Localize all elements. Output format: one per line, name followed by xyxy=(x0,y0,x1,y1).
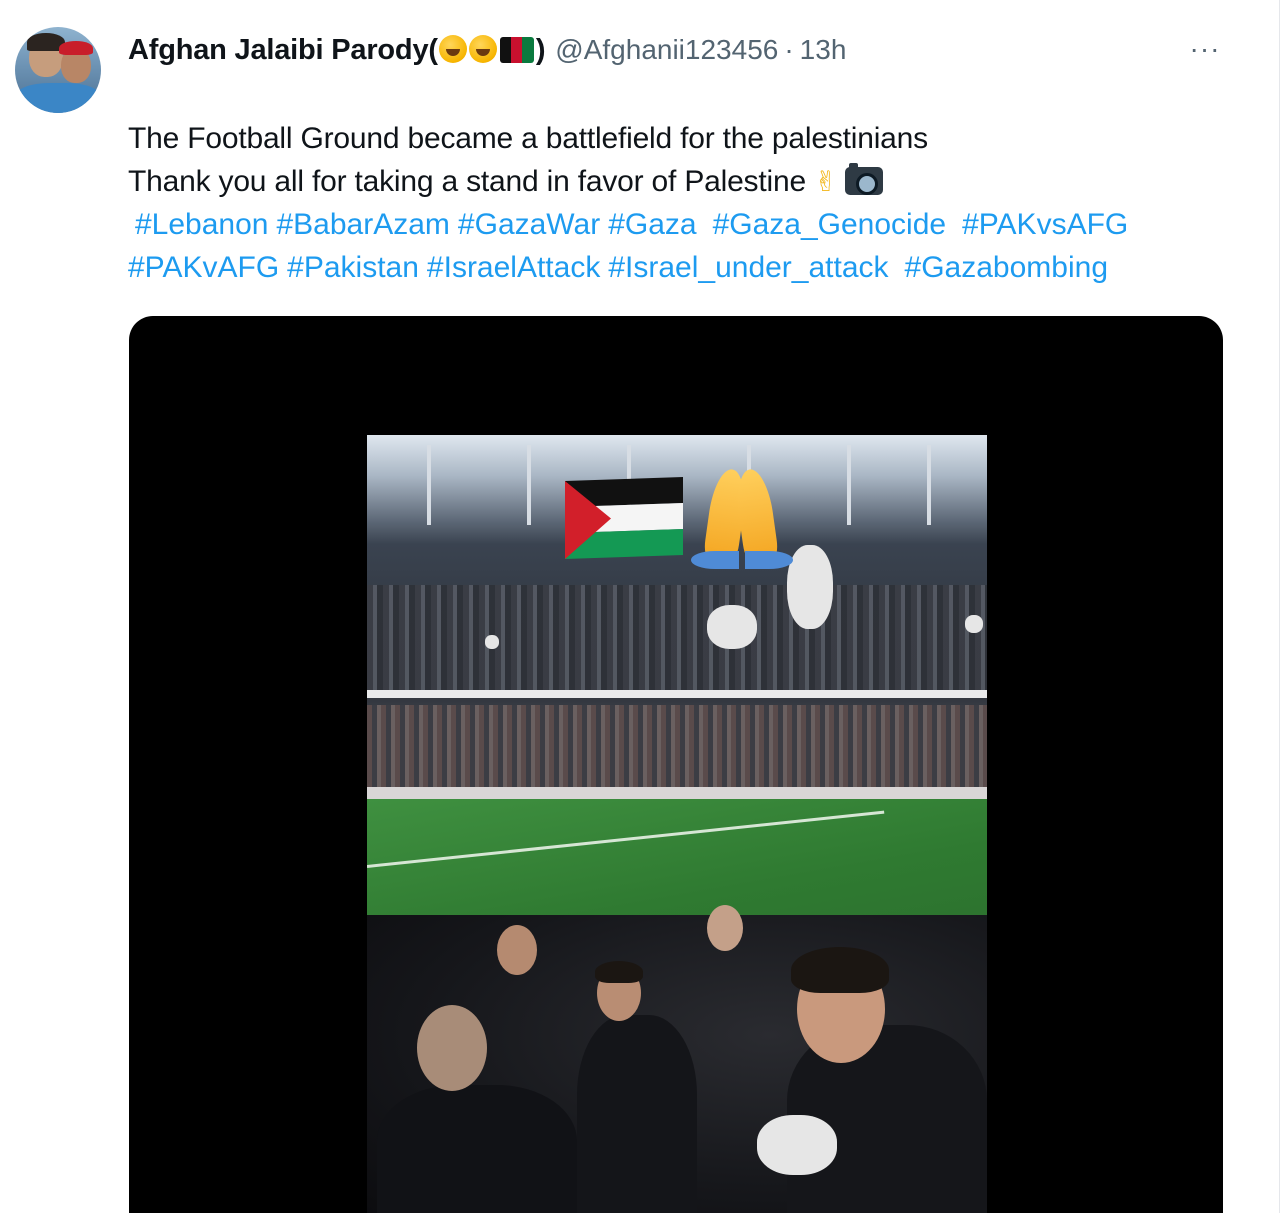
hashtag-link[interactable]: #IsraelAttack xyxy=(427,251,600,284)
fan xyxy=(791,947,889,993)
camera-emoji-icon xyxy=(845,163,884,195)
lower-stands xyxy=(367,705,987,795)
fan xyxy=(497,925,537,975)
author-handle[interactable]: @Afghanii123456 xyxy=(555,34,778,66)
timestamp[interactable]: 13h xyxy=(800,34,847,66)
afghanistan-flag-emoji-icon xyxy=(499,36,534,63)
author-name[interactable]: Afghan Jalaibi Parody() xyxy=(128,34,546,67)
avatar[interactable] xyxy=(15,27,101,113)
hashtag-link[interactable]: #Gazabombing xyxy=(905,251,1108,284)
hashtag-link[interactable]: #BabarAzam xyxy=(276,208,449,241)
palestine-flag-emoji-icon xyxy=(565,476,683,560)
rolling-laughing-emoji-icon xyxy=(438,34,467,63)
fan xyxy=(377,1085,577,1213)
rolling-laughing-emoji-icon xyxy=(468,34,497,63)
hashtag-link[interactable]: #GazaWar xyxy=(458,208,600,241)
hashtag-row-2: #PAKvAFG #Pakistan #IsraelAttack #Israel_un… xyxy=(128,246,1136,289)
hashtag-link[interactable]: #Lebanon xyxy=(135,208,268,241)
video-player[interactable] xyxy=(129,316,1223,1213)
teddy-bear xyxy=(485,635,499,649)
fan xyxy=(577,1015,697,1213)
tweet-header: Afghan Jalaibi Parody() @Afghanii123456 … xyxy=(128,30,846,70)
more-options-icon[interactable]: ··· xyxy=(1185,33,1225,64)
video-frame[interactable] xyxy=(367,435,987,1213)
fan xyxy=(707,905,743,951)
victory-hand-emoji-icon: ✌ xyxy=(814,166,838,197)
teddy-bear xyxy=(965,615,983,633)
hashtag-link[interactable]: #Pakistan xyxy=(287,251,419,284)
teddy-bear xyxy=(707,605,757,649)
upper-stands xyxy=(367,585,987,695)
hashtag-link[interactable]: #PAKvAFG xyxy=(128,251,279,284)
tweet-text-line-1: The Football Ground became a battlefield… xyxy=(128,122,928,155)
hashtag-link[interactable]: #Gaza_Genocide xyxy=(713,208,947,241)
tweet-text: The Football Ground became a battlefield… xyxy=(128,117,928,203)
teddy-bear xyxy=(757,1115,837,1175)
hashtag-link[interactable]: #Israel_under_attack xyxy=(608,251,888,284)
ad-board xyxy=(367,787,987,799)
tweet-card[interactable]: Afghan Jalaibi Parody() @Afghanii123456 … xyxy=(0,0,1280,1213)
hashtags: #Lebanon #BabarAzam #GazaWar #Gaza #Gaza_Gen… xyxy=(128,203,1136,289)
stand-divider xyxy=(367,690,987,698)
fan xyxy=(417,1005,487,1091)
folded-hands-emoji-icon xyxy=(691,467,793,569)
hashtag-row-1: #Lebanon #BabarAzam #GazaWar #Gaza #Gaza_Gen… xyxy=(128,203,1136,246)
hashtag-link[interactable]: #PAKvsAFG xyxy=(962,208,1128,241)
tweet-text-line-2: Thank you all for taking a stand in favo… xyxy=(128,160,928,203)
separator-dot: · xyxy=(784,34,794,65)
teddy-bear xyxy=(787,545,833,629)
hashtag-link[interactable]: #Gaza xyxy=(608,208,696,241)
fan xyxy=(595,961,643,983)
